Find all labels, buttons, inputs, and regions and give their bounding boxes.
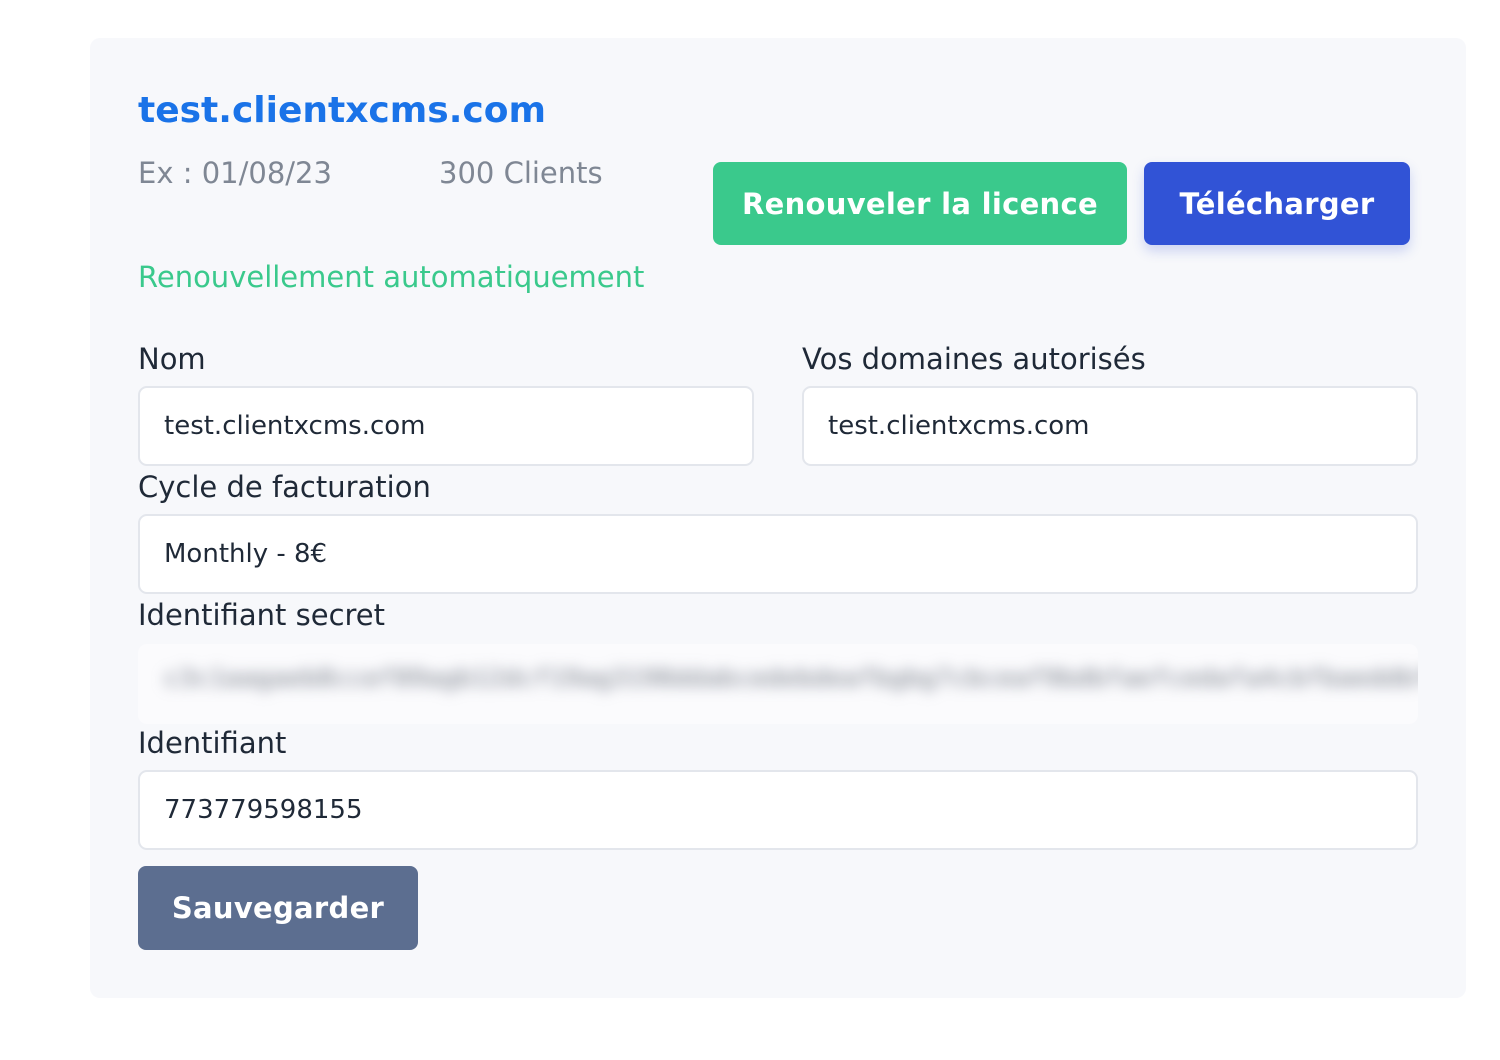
secret-identifier-label: Identifiant secret: [138, 598, 386, 632]
expiry-date: Ex : 01/08/23: [138, 156, 332, 190]
billing-cycle-input[interactable]: [138, 514, 1418, 594]
save-button[interactable]: Sauvegarder: [138, 866, 418, 950]
name-label: Nom: [138, 342, 206, 376]
authorized-domains-label: Vos domaines autorisés: [802, 342, 1146, 376]
name-input[interactable]: [138, 386, 754, 466]
identifier-input[interactable]: [138, 770, 1418, 850]
secret-identifier-field[interactable]: c3c1aagaeb8ccef89agb12dcf19ag3198ddabced…: [138, 644, 1418, 724]
billing-cycle-label: Cycle de facturation: [138, 470, 431, 504]
authorized-domains-input[interactable]: [802, 386, 1418, 466]
clients-count: 300 Clients: [439, 156, 603, 190]
download-button[interactable]: Télécharger: [1144, 162, 1410, 245]
license-title: test.clientxcms.com: [138, 90, 546, 131]
license-card: test.clientxcms.com Ex : 01/08/23 300 Cl…: [90, 38, 1466, 998]
auto-renew-status: Renouvellement automatiquement: [138, 260, 645, 294]
identifier-label: Identifiant: [138, 726, 287, 760]
renew-license-button[interactable]: Renouveler la licence: [713, 162, 1127, 245]
secret-identifier-blurred: c3c1aagaeb8ccef89agb12dcf19ag3198ddabced…: [164, 664, 1418, 692]
